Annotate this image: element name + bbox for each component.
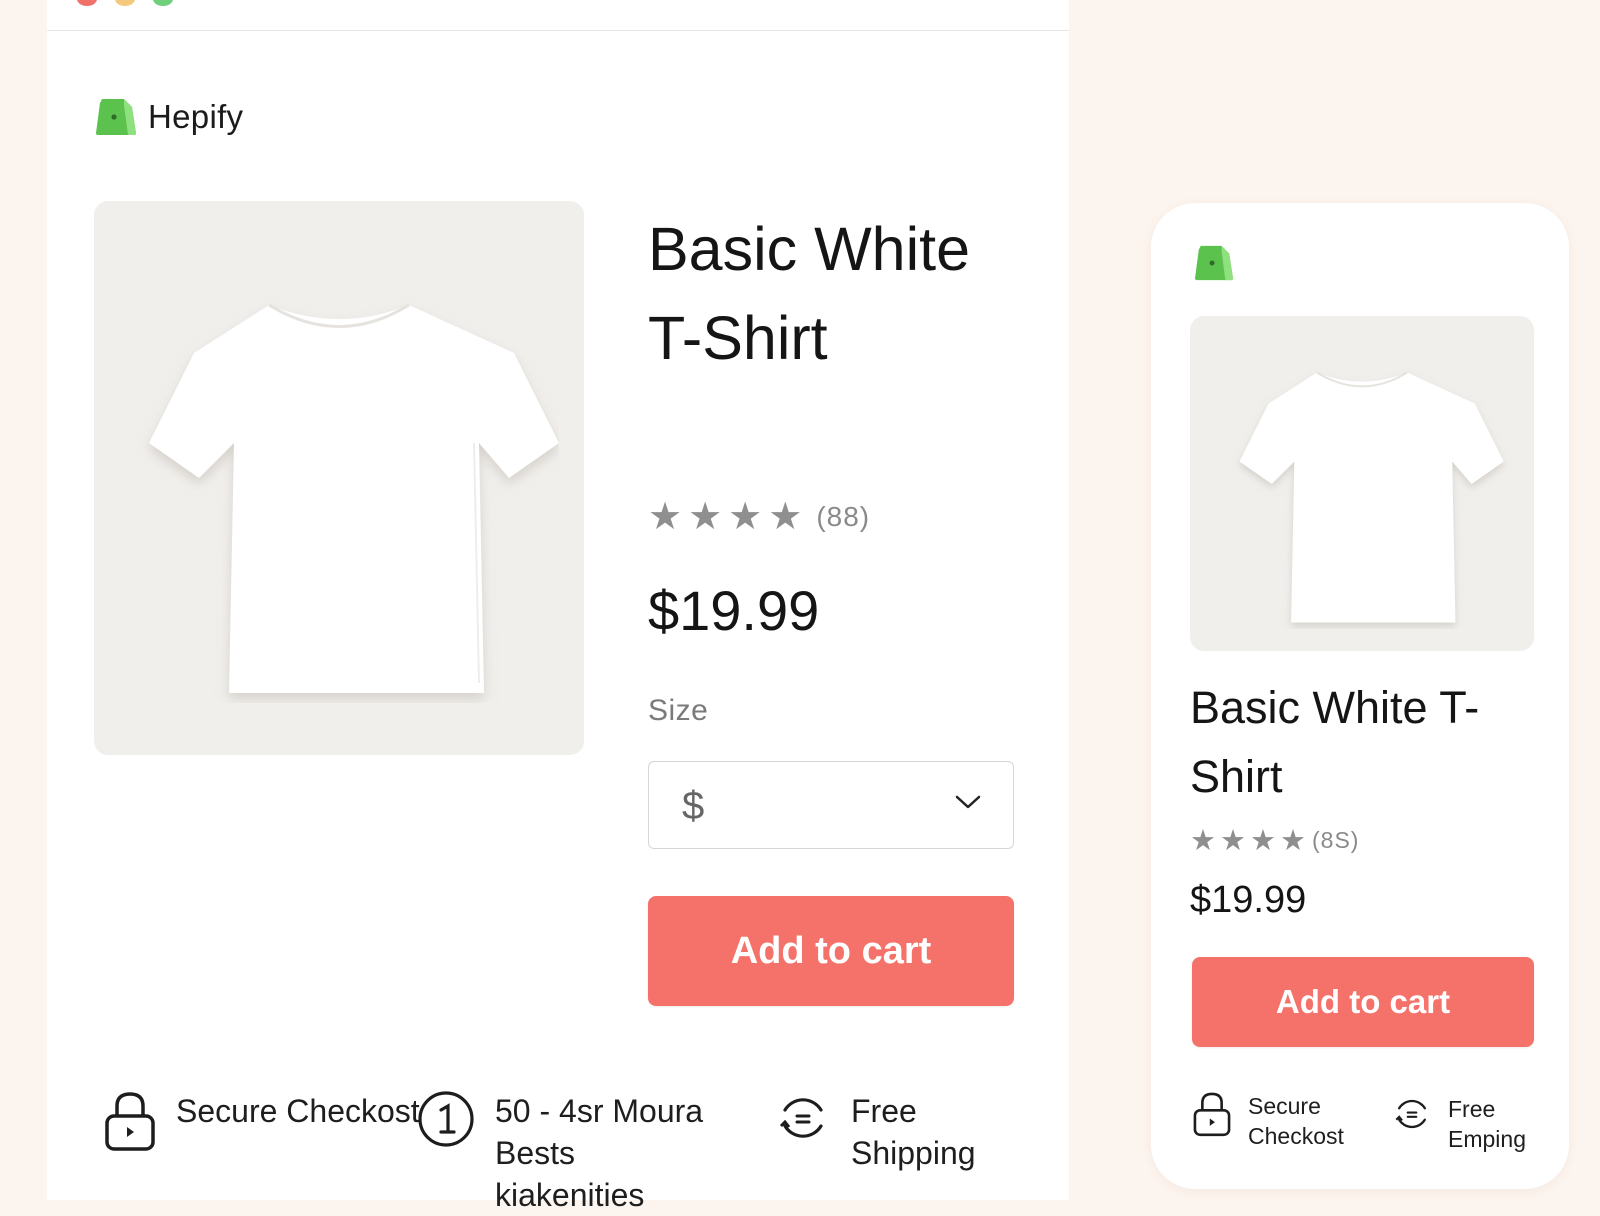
- feature-text: 50 - 4sr Moura Bests kiakenities: [495, 1093, 704, 1213]
- feature-text: Free Emping: [1448, 1096, 1526, 1152]
- desktop-window: Hepify Basic White T-Shirt ★ ★ ★ ★ (88) …: [47, 0, 1069, 1213]
- window-maximize-button[interactable]: [153, 0, 173, 6]
- window-titlebar: [47, 0, 1069, 31]
- size-selected-value: $: [682, 784, 705, 828]
- brand-name: Hepify: [148, 98, 244, 135]
- feature-free-shipping: Free Emping: [1392, 1094, 1548, 1154]
- feature-secure-checkout: Secure Checkost: [1192, 1091, 1358, 1151]
- product-title: Basic White T-Shirt: [648, 215, 971, 372]
- brand-logo[interactable]: Hepify: [94, 97, 243, 137]
- mobile-preview: Basic White T-Shirt ★ ★ ★ ★ (8S) $19.99 …: [1151, 203, 1569, 1189]
- product-price: $19.99: [1190, 879, 1307, 921]
- feature-text: Secure Checkost: [176, 1093, 420, 1129]
- review-count: (88): [816, 500, 871, 532]
- lock-icon: [1192, 1091, 1232, 1142]
- shopping-bag-icon: [94, 97, 138, 137]
- lock-icon: [104, 1090, 156, 1157]
- feature-text: Secure Checkost: [1248, 1093, 1344, 1149]
- star-icon: ★: [688, 496, 723, 538]
- star-icon: ★: [1190, 825, 1216, 857]
- feature-secure-checkout: Secure Checkost: [104, 1090, 420, 1157]
- tshirt-image: [1239, 371, 1504, 623]
- brand-logo-mobile[interactable]: [1192, 244, 1236, 282]
- star-icon: ★: [1280, 825, 1306, 857]
- product-price: $19.99: [648, 579, 820, 642]
- size-select[interactable]: $: [648, 761, 1014, 849]
- feature-text: Free Shipping: [851, 1093, 976, 1171]
- add-to-cart-button[interactable]: Add to cart: [648, 896, 1014, 1006]
- star-icon: ★: [648, 496, 683, 538]
- size-label: Size: [648, 694, 709, 727]
- feature-free-shipping: Free Shipping: [775, 1090, 1001, 1174]
- refresh-circle-icon: [775, 1090, 831, 1151]
- star-icon: ★: [728, 496, 763, 538]
- number-one-circle-icon: [417, 1090, 475, 1153]
- window-minimize-button[interactable]: [115, 0, 135, 6]
- refresh-circle-icon: [1392, 1094, 1432, 1139]
- shopping-bag-icon: [1192, 244, 1236, 282]
- window-close-button[interactable]: [77, 0, 97, 6]
- star-icon: ★: [1220, 825, 1246, 857]
- add-to-cart-button[interactable]: Add to cart: [1192, 957, 1534, 1047]
- feature-returns: 50 - 4sr Moura Bests kiakenities: [417, 1090, 715, 1216]
- product-rating[interactable]: ★ ★ ★ ★ (8S): [1190, 823, 1359, 858]
- product-title: Basic White T-Shirt: [1190, 682, 1480, 802]
- tshirt-image: [149, 303, 559, 693]
- product-image[interactable]: [94, 201, 584, 755]
- star-icon: ★: [1250, 825, 1276, 857]
- product-image[interactable]: [1190, 316, 1534, 651]
- review-count: (8S): [1312, 827, 1360, 853]
- chevron-down-icon: [955, 794, 981, 815]
- product-rating[interactable]: ★ ★ ★ ★ (88): [648, 494, 870, 539]
- star-icon: ★: [768, 496, 803, 538]
